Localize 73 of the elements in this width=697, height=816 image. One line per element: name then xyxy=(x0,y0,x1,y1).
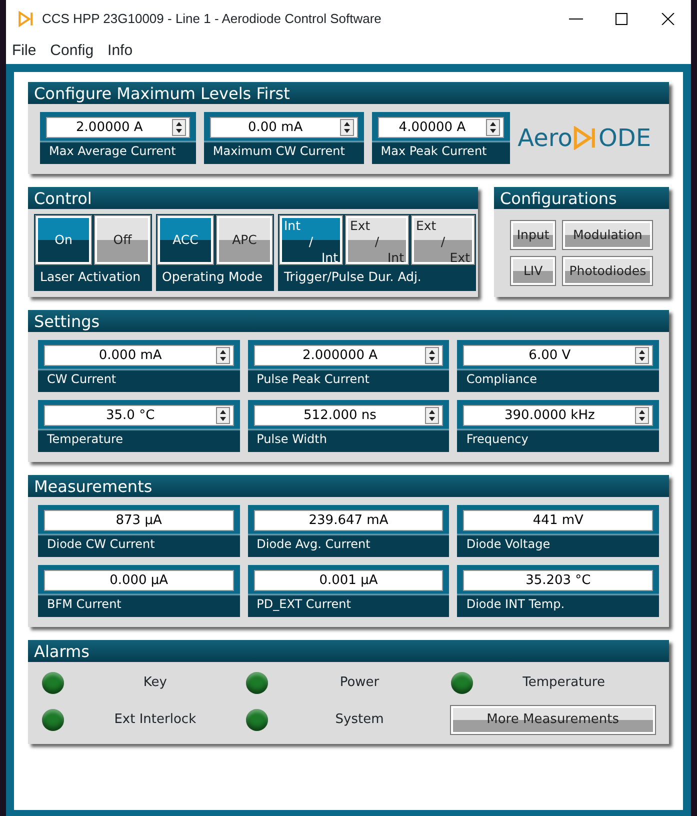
group-label: Operating Mode xyxy=(161,268,264,286)
app-icon xyxy=(18,11,34,27)
field-label: Pulse Peak Current xyxy=(256,370,370,388)
field-label: Compliance xyxy=(465,370,538,388)
readout-field[interactable]: 35.203 °C xyxy=(463,570,653,591)
number-field[interactable]: 512.000 ns xyxy=(254,404,444,426)
alarm-label: System xyxy=(334,711,385,729)
panel-title: Configurations xyxy=(494,187,669,209)
panel-title: Alarms xyxy=(28,640,669,662)
window-title: CCS HPP 23G10009 - Line 1 - Aerodiode Control Software xyxy=(42,10,382,28)
number-field[interactable]: 0.00 mA xyxy=(210,117,358,138)
diode-icon xyxy=(573,126,598,150)
panel-title: Control xyxy=(28,187,478,209)
toggle-button[interactable]: Int / Int xyxy=(280,216,342,264)
field-label: Max Peak Current xyxy=(380,143,488,160)
panel-title: Measurements xyxy=(28,474,669,497)
config-button[interactable]: Modulation xyxy=(563,221,652,249)
number-field[interactable]: 4.00000 A xyxy=(378,117,504,138)
toggle-button[interactable]: APC xyxy=(217,216,272,264)
field-label: Diode Voltage xyxy=(465,536,552,553)
spinner-icon[interactable] xyxy=(635,406,649,424)
field-label: Maximum CW Current xyxy=(212,143,346,160)
field-label: Frequency xyxy=(465,430,530,448)
number-field[interactable]: 390.0000 kHz xyxy=(463,404,653,426)
toggle-button[interactable]: Off xyxy=(95,216,150,264)
readout-field[interactable]: 873 µA xyxy=(44,510,234,531)
config-button[interactable]: LIV xyxy=(510,257,556,285)
readout-field[interactable]: 239.647 mA xyxy=(254,510,444,531)
alarm-label: Ext Interlock xyxy=(113,711,198,729)
panel-title: Configure Maximum Levels First xyxy=(28,82,669,104)
spinner-icon[interactable] xyxy=(635,346,649,364)
toggle-button[interactable]: ACC xyxy=(158,216,213,264)
toggle-button[interactable]: On xyxy=(36,216,91,264)
number-field[interactable]: 2.00000 A xyxy=(46,117,190,138)
toggle-button[interactable]: Ext / Int xyxy=(346,216,408,264)
spinner-icon[interactable] xyxy=(172,119,186,136)
alarm-label: Temperature xyxy=(522,674,606,692)
spinner-icon[interactable] xyxy=(340,119,354,136)
group-label: Trigger/Pulse Dur. Adj. xyxy=(283,268,422,286)
config-button[interactable]: Input xyxy=(510,221,556,249)
logo-text: ODE xyxy=(598,123,651,154)
number-field[interactable]: 0.000 mA xyxy=(44,344,234,366)
readout-field[interactable]: 441 mV xyxy=(463,510,653,531)
spinner-icon[interactable] xyxy=(486,119,500,136)
field-label: Diode CW Current xyxy=(46,536,156,553)
panel-title: Settings xyxy=(28,310,669,332)
menu-item[interactable]: File xyxy=(12,40,36,62)
logo-text: Aero xyxy=(518,123,572,154)
menu-item[interactable]: Config xyxy=(50,40,94,62)
spinner-icon[interactable] xyxy=(425,406,440,424)
config-button[interactable]: Photodiodes xyxy=(563,257,652,285)
readout-field[interactable]: 0.001 µA xyxy=(254,570,444,591)
number-field[interactable]: 2.000000 A xyxy=(254,344,444,366)
field-label: Max Average Current xyxy=(48,143,177,160)
field-label: PD_EXT Current xyxy=(256,596,352,613)
field-label: Diode Avg. Current xyxy=(256,536,372,553)
field-label: Temperature xyxy=(46,430,124,448)
field-label: CW Current xyxy=(46,370,118,388)
toggle-button[interactable]: Ext / Ext xyxy=(412,216,474,264)
more-measurements-button[interactable]: More Measurements xyxy=(450,706,655,734)
alarm-label: Key xyxy=(142,674,168,692)
number-field[interactable]: 6.00 V xyxy=(463,344,653,366)
menu-item[interactable]: Info xyxy=(108,40,133,62)
spinner-icon[interactable] xyxy=(216,346,230,364)
field-label: BFM Current xyxy=(46,596,122,613)
number-field[interactable]: 35.0 °C xyxy=(44,404,234,426)
spinner-icon[interactable] xyxy=(425,346,440,364)
readout-field[interactable]: 0.000 µA xyxy=(44,570,234,591)
field-label: Diode INT Temp. xyxy=(465,596,566,613)
alarm-label: Power xyxy=(338,674,380,692)
field-label: Pulse Width xyxy=(256,430,328,448)
group-label: Laser Activation xyxy=(39,268,142,286)
spinner-icon[interactable] xyxy=(216,406,230,424)
